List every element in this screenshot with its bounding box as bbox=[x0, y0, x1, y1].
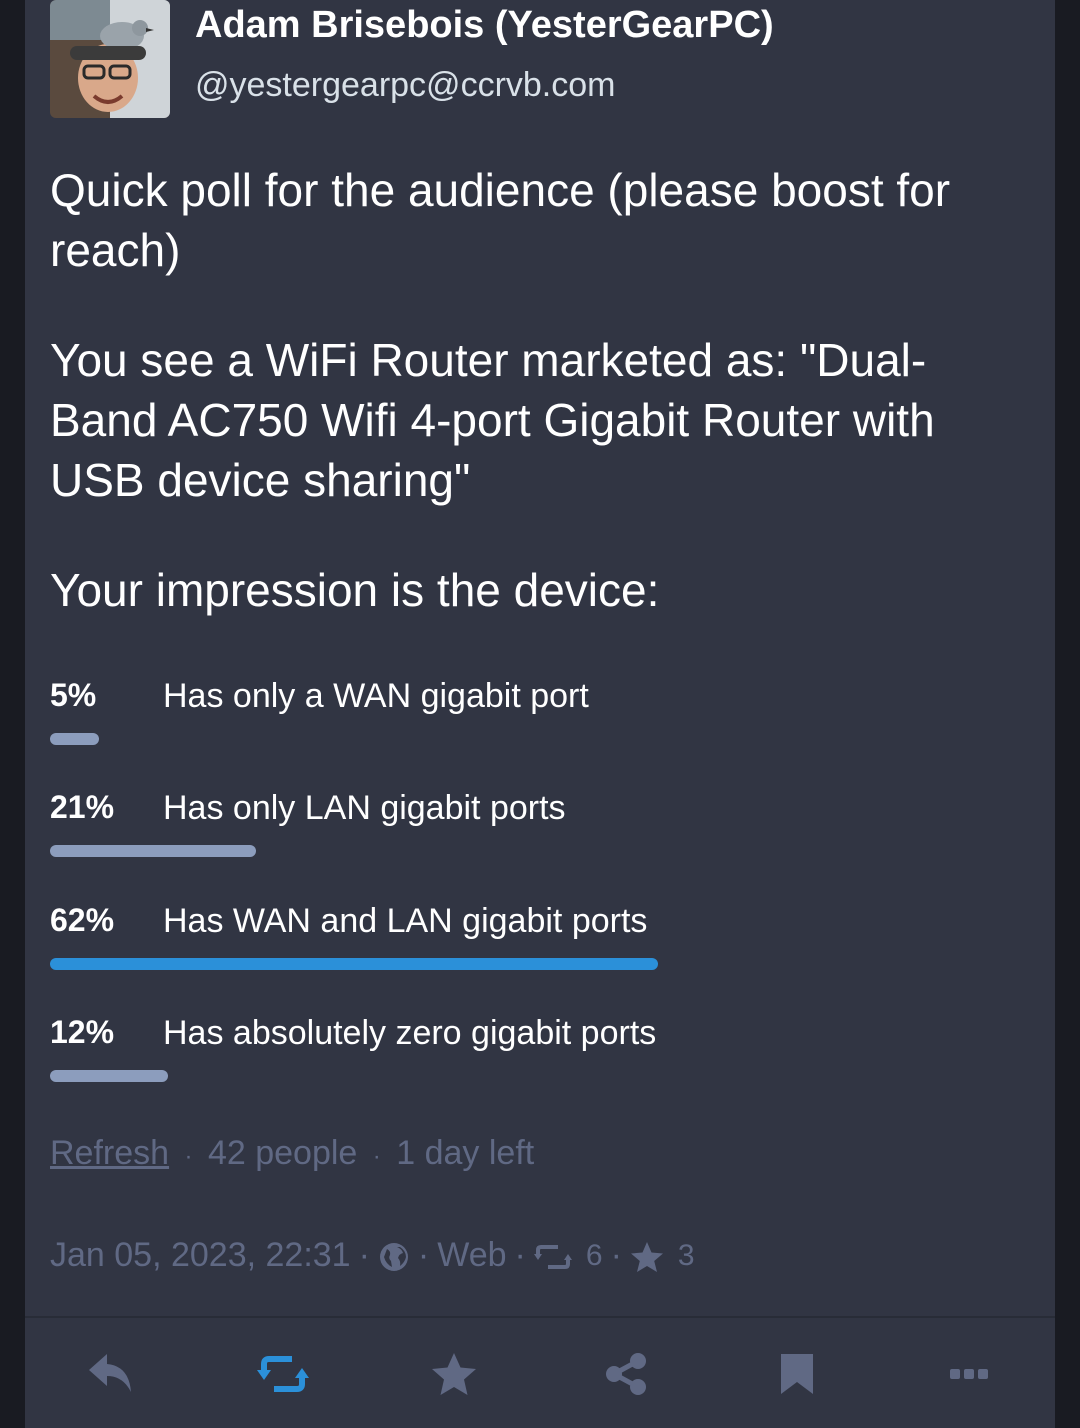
bookmark-icon bbox=[781, 1354, 813, 1394]
status-timestamp[interactable]: Jan 05, 2023, 22:31 bbox=[50, 1236, 351, 1275]
reply-button[interactable] bbox=[81, 1346, 141, 1402]
boost-count: 6 bbox=[585, 1238, 603, 1272]
avatar[interactable] bbox=[50, 0, 170, 118]
favourite-icon bbox=[432, 1353, 476, 1395]
poll-option-percent: 5% bbox=[50, 677, 97, 713]
more-icon bbox=[950, 1369, 988, 1379]
separator: · bbox=[372, 1143, 381, 1170]
status-application[interactable]: Web bbox=[437, 1236, 506, 1275]
boost-button[interactable] bbox=[253, 1346, 313, 1402]
poll-option-bar bbox=[50, 1070, 168, 1082]
poll-option-percent: 21% bbox=[50, 789, 115, 825]
poll-option-percent: 12% bbox=[50, 1014, 115, 1050]
boost-icon bbox=[257, 1356, 309, 1392]
poll-option-percent: 62% bbox=[50, 902, 115, 938]
action-bar bbox=[25, 1318, 1055, 1428]
poll-option-label: Has only LAN gigabit ports bbox=[163, 789, 566, 827]
separator: · bbox=[514, 1236, 526, 1274]
status-card: Adam Brisebois (YesterGearPC) @yestergea… bbox=[25, 0, 1055, 1428]
separator: · bbox=[184, 1143, 193, 1170]
status-meta: Jan 05, 2023, 22:31 · · Web · 6 · 3 bbox=[50, 1236, 695, 1275]
status-content: Quick poll for the audience (please boos… bbox=[50, 160, 1010, 670]
share-icon bbox=[606, 1353, 646, 1395]
bookmark-button[interactable] bbox=[767, 1346, 827, 1402]
poll-footer: Refresh · 42 people · 1 day left bbox=[50, 1134, 534, 1173]
favourite-button[interactable] bbox=[424, 1346, 484, 1402]
poll-option: 62% Has WAN and LAN gigabit ports bbox=[50, 902, 950, 992]
author-handle[interactable]: @yestergearpc@ccrvb.com bbox=[195, 66, 615, 105]
content-paragraph: Quick poll for the audience (please boos… bbox=[50, 164, 951, 276]
poll-option-bar bbox=[50, 958, 658, 970]
separator: · bbox=[358, 1236, 370, 1274]
poll-option: 21% Has only LAN gigabit ports bbox=[50, 789, 950, 879]
more-button[interactable] bbox=[939, 1346, 999, 1402]
content-paragraph: Your impression is the device: bbox=[50, 564, 660, 616]
poll-voter-count: 42 people bbox=[207, 1134, 358, 1172]
poll-option-label: Has only a WAN gigabit port bbox=[163, 677, 589, 715]
poll-option-label: Has WAN and LAN gigabit ports bbox=[163, 902, 648, 940]
globe-icon bbox=[378, 1236, 410, 1275]
favourite-count: 3 bbox=[677, 1238, 695, 1272]
favourite-count-icon bbox=[630, 1236, 664, 1275]
poll-option-bar bbox=[50, 845, 256, 857]
share-button[interactable] bbox=[596, 1346, 656, 1402]
separator: · bbox=[417, 1236, 430, 1274]
separator: · bbox=[610, 1236, 622, 1274]
author-display-name[interactable]: Adam Brisebois (YesterGearPC) bbox=[195, 4, 774, 47]
poll-option-bar bbox=[50, 733, 99, 745]
poll-option: 5% Has only a WAN gigabit port bbox=[50, 677, 950, 767]
poll-time-left: 1 day left bbox=[396, 1134, 535, 1172]
poll-refresh-link[interactable]: Refresh bbox=[50, 1134, 169, 1172]
poll-option: 12% Has absolutely zero gigabit ports bbox=[50, 1014, 950, 1104]
boost-count-icon bbox=[533, 1236, 572, 1275]
reply-icon bbox=[89, 1354, 131, 1392]
poll-option-label: Has absolutely zero gigabit ports bbox=[163, 1014, 657, 1052]
content-paragraph: You see a WiFi Router marketed as: "Dual… bbox=[50, 334, 935, 506]
